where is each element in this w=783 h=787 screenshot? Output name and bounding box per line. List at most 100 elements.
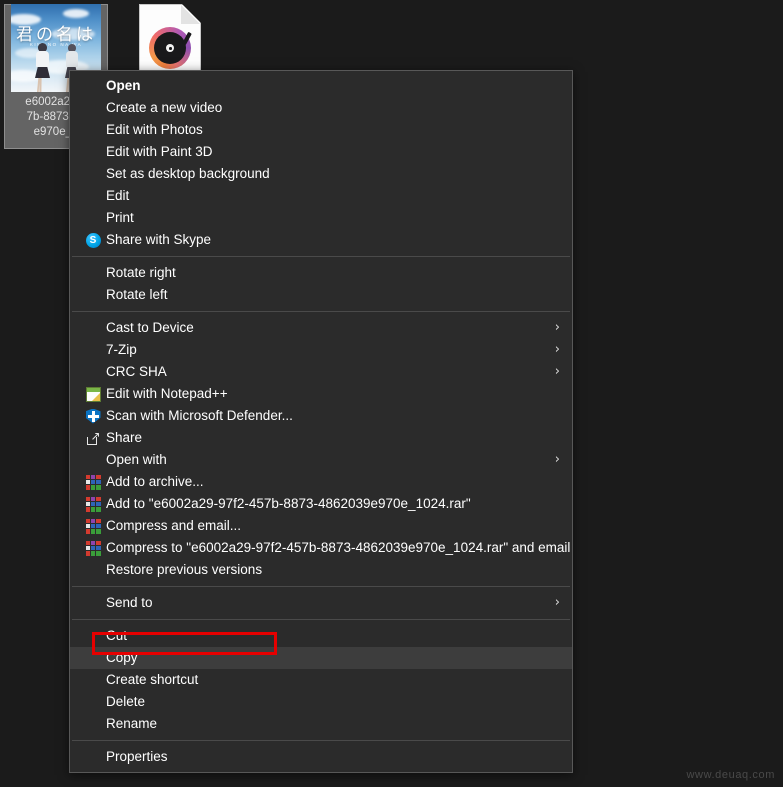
menu-item-icon-slot bbox=[82, 185, 104, 207]
menu-item-label: Create shortcut bbox=[106, 672, 199, 687]
menu-item-label: Edit with Paint 3D bbox=[106, 144, 213, 159]
menu-item-label: Share with Skype bbox=[106, 232, 212, 247]
menu-item-edit-with-notepad[interactable]: Edit with Notepad++ bbox=[70, 383, 572, 405]
menu-item-label: Delete bbox=[106, 694, 146, 709]
menu-item-share[interactable]: ↗ Share bbox=[70, 427, 572, 449]
menu-item-rotate-right[interactable]: Rotate right bbox=[70, 262, 572, 284]
menu-item-label: Share bbox=[106, 430, 143, 445]
vinyl-disc-icon bbox=[149, 27, 192, 69]
menu-item-icon-slot bbox=[82, 647, 104, 669]
menu-item-icon-slot bbox=[82, 361, 104, 383]
shield-icon-slot bbox=[82, 405, 104, 427]
notepad-plus-plus-icon-slot bbox=[82, 383, 104, 405]
menu-item-icon-slot bbox=[82, 262, 104, 284]
menu-item-rotate-left[interactable]: Rotate left bbox=[70, 284, 572, 306]
menu-item-label: Send to bbox=[106, 595, 153, 610]
menu-item-icon-slot bbox=[82, 592, 104, 614]
menu-item-icon-slot bbox=[82, 207, 104, 229]
winrar-icon bbox=[85, 518, 101, 534]
menu-separator bbox=[72, 619, 570, 620]
menu-item-label: Rename bbox=[106, 716, 158, 731]
chevron-right-icon: › bbox=[554, 452, 560, 467]
menu-item-icon-slot bbox=[82, 119, 104, 141]
menu-item-icon-slot bbox=[82, 625, 104, 647]
menu-item-label: Scan with Microsoft Defender... bbox=[106, 408, 293, 423]
menu-item-label: Rotate left bbox=[106, 287, 168, 302]
menu-separator bbox=[72, 740, 570, 741]
menu-item-7-zip[interactable]: 7-Zip › bbox=[70, 339, 572, 361]
menu-item-label: Print bbox=[106, 210, 134, 225]
winrar-icon bbox=[85, 496, 101, 512]
site-watermark: www.deuaq.com bbox=[686, 769, 775, 781]
menu-item-label: Edit with Photos bbox=[106, 122, 203, 137]
menu-item-add-to-archive[interactable]: Add to archive... bbox=[70, 471, 572, 493]
menu-item-add-to-e6002a29-97f2-457b-8873-4862039e9[interactable]: Add to "e6002a29-97f2-457b-8873-4862039e… bbox=[70, 493, 572, 515]
chevron-right-icon: › bbox=[554, 364, 560, 379]
menu-item-label: Copy bbox=[106, 650, 138, 665]
poster-figure-left bbox=[35, 43, 50, 92]
context-menu[interactable]: Open Create a new video Edit with Photos Ed… bbox=[69, 70, 573, 773]
menu-item-print[interactable]: Print bbox=[70, 207, 572, 229]
share-icon: ↗ bbox=[86, 430, 101, 446]
menu-item-rename[interactable]: Rename bbox=[70, 713, 572, 735]
menu-item-create-a-new-video[interactable]: Create a new video bbox=[70, 97, 572, 119]
menu-item-compress-and-email[interactable]: Compress and email... bbox=[70, 515, 572, 537]
menu-item-icon-slot bbox=[82, 141, 104, 163]
menu-item-create-shortcut[interactable]: Create shortcut bbox=[70, 669, 572, 691]
menu-item-label: Cut bbox=[106, 628, 128, 643]
menu-item-open-with[interactable]: Open with › bbox=[70, 449, 572, 471]
menu-item-label: Properties bbox=[106, 749, 168, 764]
menu-item-label: Open with bbox=[106, 452, 167, 467]
menu-item-set-as-desktop-background[interactable]: Set as desktop background bbox=[70, 163, 572, 185]
menu-item-label: Restore previous versions bbox=[106, 562, 263, 577]
share-icon-slot: ↗ bbox=[82, 427, 104, 449]
menu-item-icon-slot bbox=[82, 691, 104, 713]
menu-item-crc-sha[interactable]: CRC SHA › bbox=[70, 361, 572, 383]
menu-item-icon-slot bbox=[82, 339, 104, 361]
winrar-icon-slot bbox=[82, 471, 104, 493]
winrar-icon-slot bbox=[82, 537, 104, 559]
menu-item-icon-slot bbox=[82, 284, 104, 306]
menu-item-restore-previous-versions[interactable]: Restore previous versions bbox=[70, 559, 572, 581]
menu-item-label: Add to archive... bbox=[106, 474, 204, 489]
menu-item-copy[interactable]: Copy bbox=[70, 647, 572, 669]
menu-separator bbox=[72, 586, 570, 587]
shield-icon bbox=[85, 408, 101, 424]
menu-item-label: Edit with Notepad++ bbox=[106, 386, 228, 401]
menu-item-cut[interactable]: Cut bbox=[70, 625, 572, 647]
menu-item-label: 7-Zip bbox=[106, 342, 137, 357]
skype-icon: S bbox=[85, 232, 101, 248]
menu-item-icon-slot bbox=[82, 317, 104, 339]
menu-item-label: Edit bbox=[106, 188, 130, 203]
notepad-plus-plus-icon bbox=[85, 386, 101, 402]
menu-item-edit-with-paint-3d[interactable]: Edit with Paint 3D bbox=[70, 141, 572, 163]
menu-item-compress-to-e6002a29-97f2-457b-8873-4862[interactable]: Compress to "e6002a29-97f2-457b-8873-486… bbox=[70, 537, 572, 559]
poster-subtitle-text: KIMI NO NA WA bbox=[29, 42, 83, 47]
menu-item-label: Compress to "e6002a29-97f2-457b-8873-486… bbox=[106, 540, 571, 555]
menu-item-icon-slot bbox=[82, 746, 104, 768]
menu-item-icon-slot bbox=[82, 163, 104, 185]
menu-item-label: Set as desktop background bbox=[106, 166, 270, 181]
menu-item-label: CRC SHA bbox=[106, 364, 167, 379]
menu-item-send-to[interactable]: Send to › bbox=[70, 592, 572, 614]
menu-item-label: Add to "e6002a29-97f2-457b-8873-4862039e… bbox=[106, 496, 471, 511]
menu-item-label: Compress and email... bbox=[106, 518, 242, 533]
menu-item-cast-to-device[interactable]: Cast to Device › bbox=[70, 317, 572, 339]
menu-item-label: Open bbox=[106, 78, 141, 93]
menu-item-open[interactable]: Open bbox=[70, 75, 572, 97]
menu-item-scan-with-microsoft-defender[interactable]: Scan with Microsoft Defender... bbox=[70, 405, 572, 427]
menu-item-icon-slot bbox=[82, 75, 104, 97]
menu-item-icon-slot bbox=[82, 669, 104, 691]
menu-item-edit-with-photos[interactable]: Edit with Photos bbox=[70, 119, 572, 141]
menu-item-edit[interactable]: Edit bbox=[70, 185, 572, 207]
menu-separator bbox=[72, 311, 570, 312]
menu-item-label: Rotate right bbox=[106, 265, 176, 280]
menu-item-icon-slot bbox=[82, 97, 104, 119]
menu-item-label: Cast to Device bbox=[106, 320, 194, 335]
menu-item-share-with-skype[interactable]: S Share with Skype bbox=[70, 229, 572, 251]
desktop[interactable]: 君の名は KIMI NO NA WA e6002a29-9 7b-8873-48… bbox=[0, 0, 783, 787]
menu-item-delete[interactable]: Delete bbox=[70, 691, 572, 713]
menu-item-properties[interactable]: Properties bbox=[70, 746, 572, 768]
document-page-icon bbox=[139, 4, 201, 80]
winrar-icon bbox=[85, 474, 101, 490]
